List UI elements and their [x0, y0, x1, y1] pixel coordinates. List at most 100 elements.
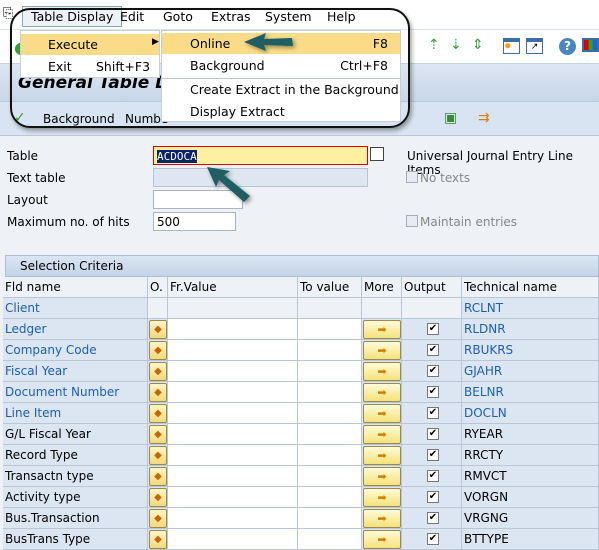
from-value-input[interactable]	[168, 424, 298, 445]
selection-option-icon[interactable]: ◆	[149, 362, 167, 381]
output-checkbox[interactable]: ✔	[427, 365, 439, 377]
from-value-input[interactable]	[168, 529, 298, 550]
last-page-icon[interactable]: ⇕	[472, 37, 484, 53]
page-up-icon[interactable]: ⇡	[428, 37, 440, 53]
output-checkbox[interactable]: ✔	[427, 407, 439, 419]
field-name: G/L Fiscal Year	[3, 424, 148, 445]
from-value-input[interactable]	[168, 487, 298, 508]
output-checkbox[interactable]: ✔	[427, 449, 439, 461]
multiple-selection-button[interactable]: ➡	[363, 446, 401, 465]
to-value-input[interactable]	[298, 382, 362, 403]
output-checkbox[interactable]: ✔	[427, 386, 439, 398]
col-technical-name[interactable]: Technical name	[462, 277, 599, 298]
selection-option-icon[interactable]: ◆	[149, 467, 167, 486]
multiple-selection-button[interactable]: ➡	[363, 320, 401, 339]
selection-option-icon[interactable]: ◆	[149, 341, 167, 360]
menu-item-background[interactable]: Background Ctrl+F8	[162, 55, 400, 76]
from-value-input[interactable]	[168, 508, 298, 529]
output-cell: ✔	[402, 487, 462, 508]
multiple-selection-button[interactable]: ➡	[363, 404, 401, 423]
to-value-input[interactable]	[298, 445, 362, 466]
multiple-selection-button[interactable]: ➡	[363, 530, 401, 549]
no-texts-checkbox	[406, 171, 418, 183]
menu-help[interactable]: Help	[327, 9, 356, 24]
from-value-input[interactable]	[168, 403, 298, 424]
menu-item-exit[interactable]: Exit Shift+F3	[21, 56, 159, 77]
output-cell: ✔	[402, 529, 462, 550]
multiple-selection-button[interactable]: ➡	[363, 509, 401, 528]
from-value-input[interactable]	[168, 466, 298, 487]
from-value-input[interactable]	[168, 445, 298, 466]
new-session-icon[interactable]: ✹	[503, 38, 520, 54]
multiple-selection-button[interactable]: ➡	[363, 425, 401, 444]
to-value-input[interactable]	[298, 508, 362, 529]
menu-system[interactable]: System	[265, 9, 312, 24]
shortcut-icon[interactable]: ↗	[526, 38, 543, 54]
transfer-icon[interactable]: ⇉	[478, 110, 490, 126]
multiple-selection-button[interactable]: ➡	[363, 467, 401, 486]
output-checkbox[interactable]: ✔	[427, 428, 439, 440]
to-value-input[interactable]	[298, 466, 362, 487]
menu-goto[interactable]: Goto	[163, 9, 193, 24]
online-shortcut: F8	[372, 36, 388, 51]
output-checkbox[interactable]: ✔	[427, 533, 439, 545]
selection-option-icon[interactable]: ◆	[149, 488, 167, 507]
selection-option-icon[interactable]: ◆	[149, 530, 167, 549]
from-value-input[interactable]	[168, 361, 298, 382]
help-icon[interactable]: ?	[559, 38, 576, 55]
menu-item-create-extract[interactable]: Create Extract in the Background	[162, 79, 400, 100]
multiple-selection-button[interactable]: ➡	[363, 362, 401, 381]
menu-item-display-extract[interactable]: Display Extract	[162, 101, 400, 122]
to-value-input[interactable]	[298, 319, 362, 340]
multiple-selection-button[interactable]: ➡	[363, 341, 401, 360]
value-help-icon[interactable]	[370, 147, 384, 161]
selection-option-icon[interactable]: ◆	[149, 446, 167, 465]
selection-option-icon[interactable]: ◆	[149, 425, 167, 444]
output-checkbox[interactable]: ✔	[427, 491, 439, 503]
user-settings-icon[interactable]: ▣	[444, 110, 457, 126]
output-checkbox[interactable]: ✔	[427, 323, 439, 335]
col-output[interactable]: Output	[402, 277, 462, 298]
output-checkbox[interactable]: ✔	[427, 512, 439, 524]
menu-edit[interactable]: Edit	[120, 9, 144, 24]
background-execute-icon: ✓	[14, 110, 26, 126]
page-down-icon[interactable]: ⇣	[450, 37, 462, 53]
option-cell: ◆	[148, 403, 168, 424]
col-from-value[interactable]: Fr.Value	[168, 277, 298, 298]
col-to-value[interactable]: To value	[298, 277, 362, 298]
col-more[interactable]: More	[362, 277, 402, 298]
system-menu-icon[interactable]: ⎘	[3, 6, 13, 21]
col-fld-name[interactable]: Fld name	[3, 277, 148, 298]
menu-item-execute[interactable]: Execute ▶	[21, 34, 159, 55]
multiple-selection-button[interactable]: ➡	[363, 488, 401, 507]
table-row: Client RCLNT	[3, 298, 599, 319]
from-value-input[interactable]	[168, 319, 298, 340]
to-value-input[interactable]	[298, 361, 362, 382]
selection-option-icon[interactable]: ◆	[149, 509, 167, 528]
menu-item-online[interactable]: Online F8	[162, 33, 400, 54]
customize-layout-icon[interactable]	[582, 38, 599, 52]
col-option[interactable]: O.	[148, 277, 168, 298]
to-value-input[interactable]	[298, 340, 362, 361]
output-checkbox[interactable]: ✔	[427, 344, 439, 356]
selection-option-icon[interactable]: ◆	[149, 404, 167, 423]
background-button[interactable]: Background	[43, 112, 115, 126]
selection-option-icon[interactable]: ◆	[149, 383, 167, 402]
layout-input[interactable]	[153, 190, 243, 209]
output-checkbox[interactable]: ✔	[427, 470, 439, 482]
to-value-input[interactable]	[298, 424, 362, 445]
menu-extras[interactable]: Extras	[211, 9, 251, 24]
to-value-input[interactable]	[298, 529, 362, 550]
table-input[interactable]: ACDOCA	[153, 146, 368, 165]
maintain-entries-checkbox	[406, 215, 418, 227]
output-cell: ✔	[402, 361, 462, 382]
selection-option-icon[interactable]: ◆	[149, 320, 167, 339]
multiple-selection-button[interactable]: ➡	[363, 383, 401, 402]
to-value-input[interactable]	[298, 487, 362, 508]
option-cell: ◆	[148, 445, 168, 466]
menu-table-display[interactable]: Table Display	[22, 6, 123, 27]
from-value-input[interactable]	[168, 340, 298, 361]
max-hits-input[interactable]: 500	[153, 212, 236, 231]
from-value-input[interactable]	[168, 382, 298, 403]
to-value-input[interactable]	[298, 403, 362, 424]
